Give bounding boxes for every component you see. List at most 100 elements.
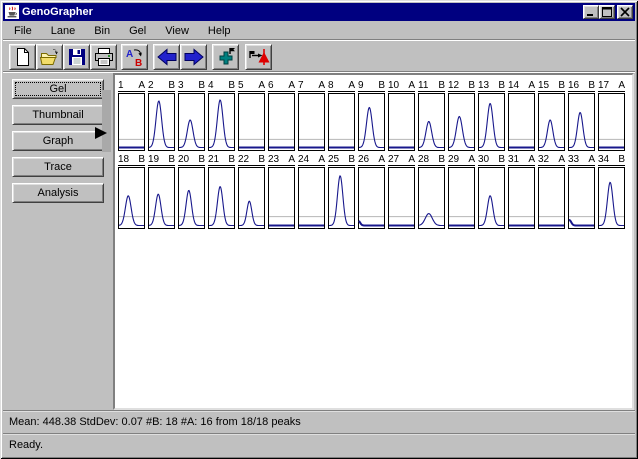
lane-trace-plot[interactable] — [268, 93, 295, 151]
lane-trace-plot[interactable] — [568, 167, 595, 229]
menu-help[interactable]: Help — [206, 24, 233, 38]
lane-trace-plot[interactable] — [418, 93, 445, 151]
lane-panel-32[interactable]: 32A — [538, 154, 565, 229]
lane-panel-30[interactable]: 30B — [478, 154, 505, 229]
lane-trace-plot[interactable] — [208, 93, 235, 151]
lane-trace-plot[interactable] — [238, 167, 265, 229]
menu-gel[interactable]: Gel — [127, 24, 148, 38]
bin-letter: A — [318, 80, 325, 91]
lane-panel-17[interactable]: 17A — [598, 80, 625, 151]
bin-letter: B — [588, 80, 595, 91]
lane-trace-plot[interactable] — [268, 167, 295, 229]
lane-panel-14[interactable]: 14A — [508, 80, 535, 151]
lane-trace-plot[interactable] — [298, 93, 325, 151]
threshold-slider-marker-icon[interactable] — [95, 127, 107, 139]
print-button[interactable] — [90, 44, 117, 70]
lane-trace-plot[interactable] — [598, 167, 625, 229]
lane-trace-plot[interactable] — [208, 167, 235, 229]
lane-panel-11[interactable]: 11B — [418, 80, 445, 151]
lane-trace-plot[interactable] — [478, 167, 505, 229]
menu-bin[interactable]: Bin — [92, 24, 112, 38]
lane-panel-29[interactable]: 29A — [448, 154, 475, 229]
menu-file[interactable]: File — [12, 24, 34, 38]
lane-panel-24[interactable]: 24A — [298, 154, 325, 229]
menu-lane[interactable]: Lane — [49, 24, 77, 38]
lane-trace-plot[interactable] — [118, 167, 145, 229]
view-button-trace[interactable]: Trace — [12, 157, 104, 177]
lane-panel-31[interactable]: 31A — [508, 154, 535, 229]
lane-panel-19[interactable]: 19B — [148, 154, 175, 229]
lane-panel-9[interactable]: 9B — [358, 80, 385, 151]
view-button-graph[interactable]: Graph — [12, 131, 104, 151]
lane-trace-plot[interactable] — [328, 167, 355, 229]
view-button-gel[interactable]: Gel — [12, 79, 104, 99]
lane-panel-7[interactable]: 7A — [298, 80, 325, 151]
lane-panel-34[interactable]: 34B — [598, 154, 625, 229]
lane-panel-12[interactable]: 12B — [448, 80, 475, 151]
lane-panel-16[interactable]: 16B — [568, 80, 595, 151]
maximize-button[interactable] — [599, 5, 615, 19]
lane-panel-33[interactable]: 33A — [568, 154, 595, 229]
lane-panel-21[interactable]: 21B — [208, 154, 235, 229]
title-bar[interactable]: GenoGrapher — [3, 3, 635, 21]
menu-view[interactable]: View — [163, 24, 191, 38]
lane-trace-plot[interactable] — [598, 93, 625, 151]
lane-panel-27[interactable]: 27A — [388, 154, 415, 229]
lane-trace-plot[interactable] — [238, 93, 265, 151]
close-button[interactable] — [617, 5, 633, 19]
lane-trace-plot[interactable] — [538, 167, 565, 229]
add-bin-button[interactable] — [212, 44, 239, 70]
move-bin-button[interactable] — [245, 44, 272, 70]
lane-trace-plot[interactable] — [568, 93, 595, 151]
lane-panel-13[interactable]: 13B — [478, 80, 505, 151]
lane-trace-plot[interactable] — [478, 93, 505, 151]
lane-trace-plot[interactable] — [118, 93, 145, 151]
lane-trace-plot[interactable] — [388, 167, 415, 229]
rename-ab-button[interactable]: AB — [121, 44, 148, 70]
lane-panel-1[interactable]: 1A — [118, 80, 145, 151]
lane-panel-20[interactable]: 20B — [178, 154, 205, 229]
lane-number: 4 — [208, 80, 214, 91]
bin-letter: B — [168, 80, 175, 91]
lane-trace-plot[interactable] — [538, 93, 565, 151]
lane-panel-18[interactable]: 18B — [118, 154, 145, 229]
lane-trace-plot[interactable] — [418, 167, 445, 229]
threshold-slider-track[interactable] — [102, 90, 111, 152]
lane-panel-5[interactable]: 5A — [238, 80, 265, 151]
lane-trace-plot[interactable] — [358, 167, 385, 229]
lane-number: 9 — [358, 80, 364, 91]
lane-panel-22[interactable]: 22B — [238, 154, 265, 229]
lane-trace-plot[interactable] — [388, 93, 415, 151]
lane-trace-plot[interactable] — [148, 167, 175, 229]
lane-trace-plot[interactable] — [298, 167, 325, 229]
lane-trace-plot[interactable] — [448, 93, 475, 151]
lane-panel-26[interactable]: 26A — [358, 154, 385, 229]
lane-trace-plot[interactable] — [358, 93, 385, 151]
view-button-thumbnail[interactable]: Thumbnail — [12, 105, 104, 125]
save-button[interactable] — [63, 44, 90, 70]
open-button[interactable] — [36, 44, 63, 70]
lane-panel-10[interactable]: 10A — [388, 80, 415, 151]
lane-panel-2[interactable]: 2B — [148, 80, 175, 151]
lane-trace-plot[interactable] — [178, 167, 205, 229]
lane-panel-3[interactable]: 3B — [178, 80, 205, 151]
lane-panel-15[interactable]: 15B — [538, 80, 565, 151]
back-button[interactable] — [153, 44, 180, 70]
lane-panel-8[interactable]: 8A — [328, 80, 355, 151]
lane-panel-23[interactable]: 23A — [268, 154, 295, 229]
lane-trace-plot[interactable] — [148, 93, 175, 151]
new-button[interactable] — [9, 44, 36, 70]
lane-panel-4[interactable]: 4B — [208, 80, 235, 151]
lane-trace-plot[interactable] — [178, 93, 205, 151]
lane-trace-plot[interactable] — [508, 167, 535, 229]
forward-button[interactable] — [180, 44, 207, 70]
minimize-button[interactable] — [583, 5, 599, 19]
lane-panel-6[interactable]: 6A — [268, 80, 295, 151]
lane-panel-28[interactable]: 28B — [418, 154, 445, 229]
lane-trace-plot[interactable] — [328, 93, 355, 151]
view-button-analysis[interactable]: Analysis — [12, 183, 104, 203]
lane-panel-25[interactable]: 25B — [328, 154, 355, 229]
lane-trace-plot[interactable] — [508, 93, 535, 151]
lane-trace-plot[interactable] — [448, 167, 475, 229]
view-sidebar: Gel Thumbnail Graph Trace Analysis — [3, 73, 113, 410]
